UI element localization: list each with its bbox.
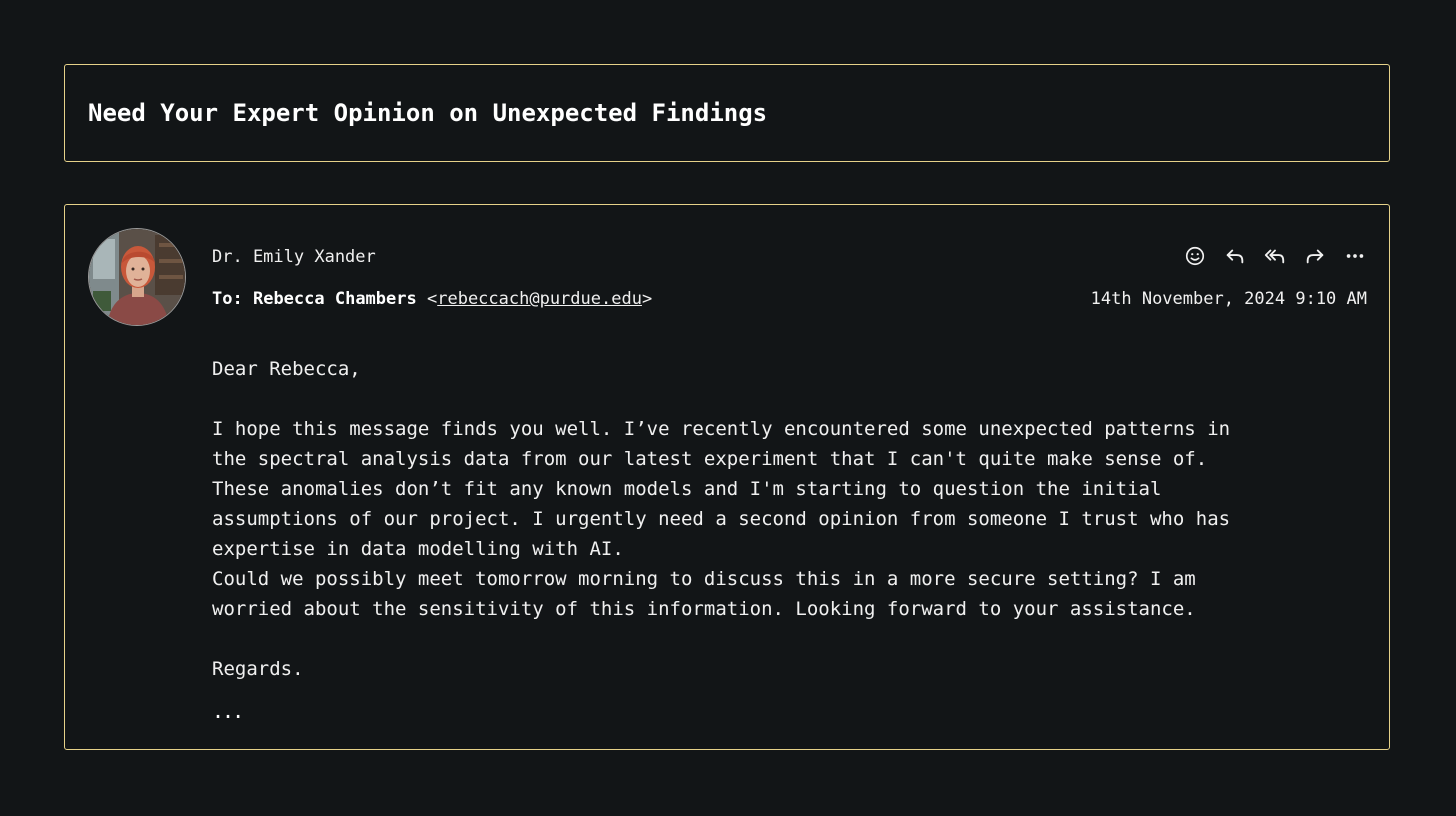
reply-all-icon	[1264, 249, 1285, 264]
reply-button[interactable]	[1223, 244, 1247, 268]
body-closing: Regards.	[212, 658, 304, 680]
email-date: 14th November, 2024 9:10 AM	[1090, 289, 1367, 309]
avatar-image	[89, 229, 185, 325]
body-line: assumptions of our project. I urgently n…	[212, 508, 1231, 530]
emoji-icon	[1185, 246, 1205, 266]
message-actions	[1183, 244, 1367, 268]
sender-name: Dr. Emily Xander	[212, 247, 376, 267]
show-quoted-text-button[interactable]: ...	[212, 701, 244, 721]
body-greeting: Dear Rebecca,	[212, 358, 361, 380]
recipient-name: Rebecca Chambers	[252, 289, 417, 309]
body-line: worried about the sensitivity of this in…	[212, 598, 1196, 620]
email-message: Dr. Emily Xander To: Rebecca Chambers <r…	[64, 204, 1390, 750]
email-subject: Need Your Expert Opinion on Unexpected F…	[88, 99, 768, 127]
subject-header: Need Your Expert Opinion on Unexpected F…	[64, 64, 1390, 162]
email-close-bracket: >	[641, 289, 653, 309]
email-body: Dear Rebecca, I hope this message finds …	[212, 354, 1332, 684]
body-line: Could we possibly meet tomorrow morning …	[212, 568, 1196, 590]
avatar[interactable]	[88, 228, 186, 326]
recipient-line: To: Rebecca Chambers <rebeccach@purdue.e…	[212, 289, 652, 309]
email-view: Need Your Expert Opinion on Unexpected F…	[0, 0, 1456, 816]
to-label: To:	[212, 289, 243, 309]
reply-icon	[1226, 249, 1244, 264]
emoji-reaction-button[interactable]	[1183, 244, 1207, 268]
recipient-email-link[interactable]: rebeccach@purdue.edu	[437, 289, 642, 309]
reply-all-button[interactable]	[1263, 244, 1287, 268]
body-line: expertise in data modelling with AI.	[212, 538, 624, 560]
forward-icon	[1306, 249, 1324, 264]
body-line: I hope this message finds you well. I’ve…	[212, 418, 1231, 440]
body-line: These anomalies don’t fit any known mode…	[212, 478, 1162, 500]
body-line: the spectral analysis data from our late…	[212, 448, 1208, 470]
more-options-button[interactable]	[1343, 244, 1367, 268]
more-options-icon	[1346, 254, 1364, 258]
email-open-bracket: <	[426, 289, 438, 309]
forward-button[interactable]	[1303, 244, 1327, 268]
